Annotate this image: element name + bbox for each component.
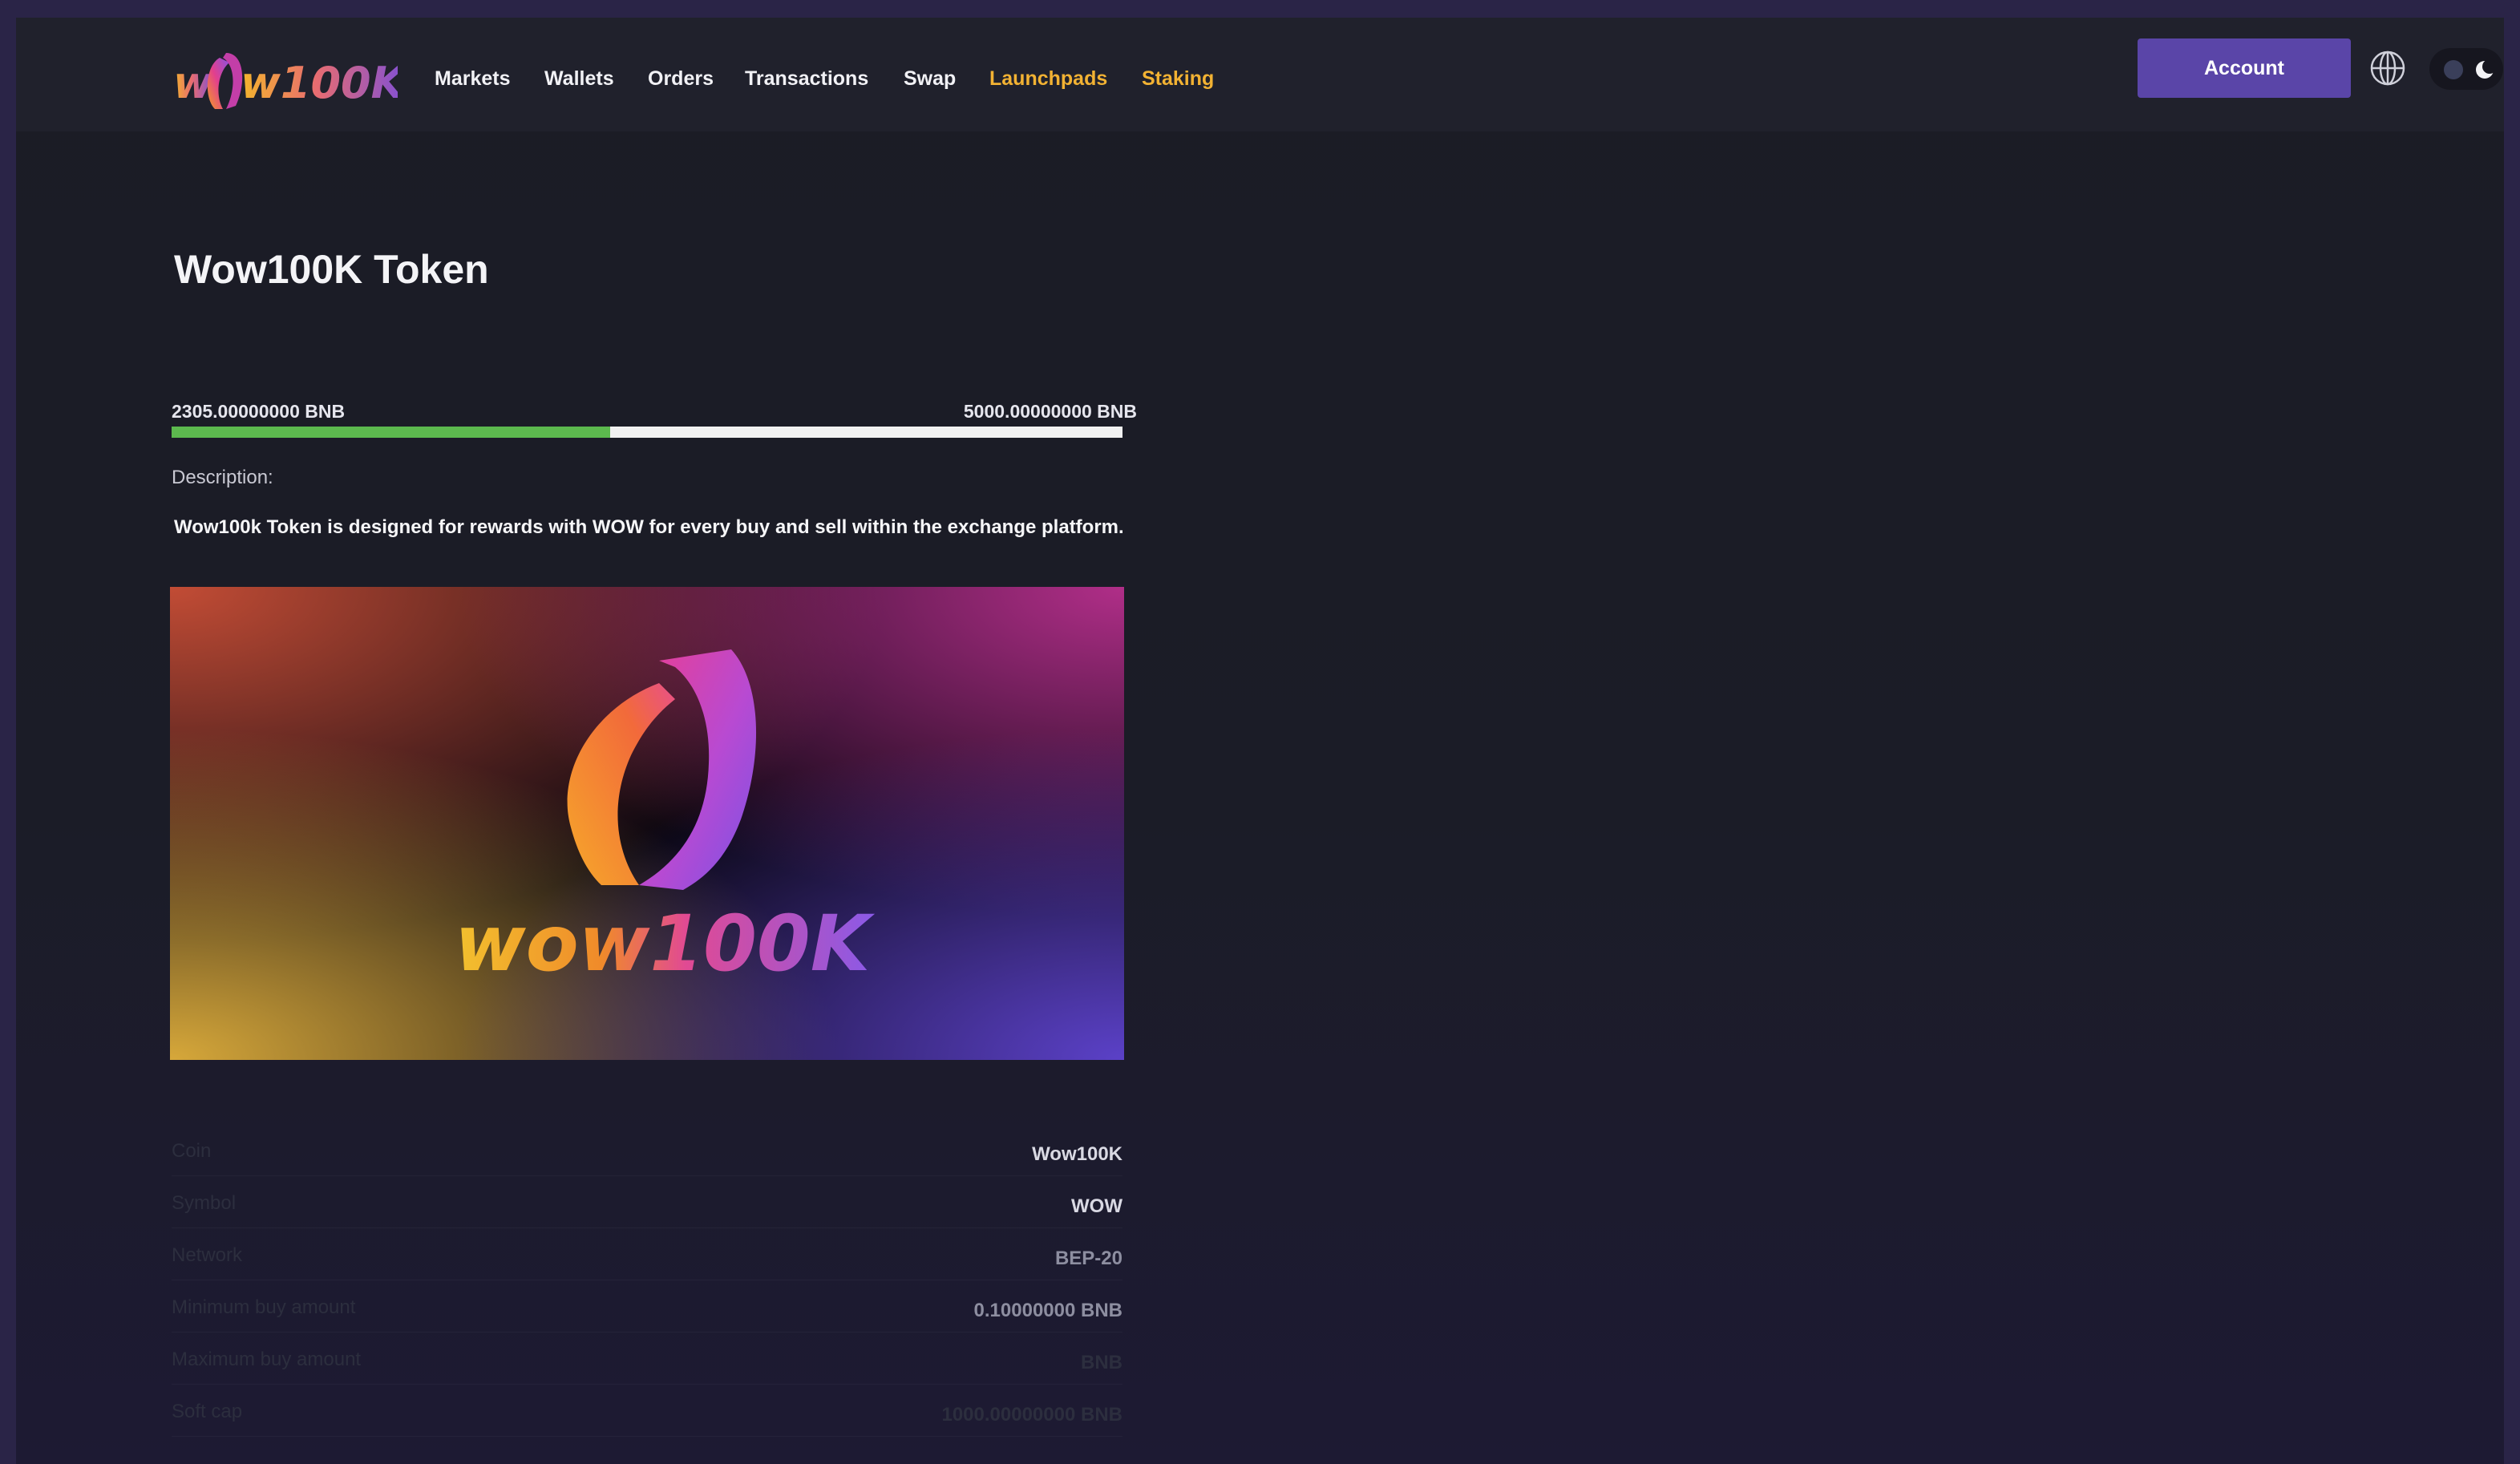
description-label: Description: [172, 467, 273, 488]
token-logo-artwork: wow100K [170, 587, 1124, 1060]
theme-toggle[interactable] [2429, 48, 2503, 90]
nav-staking[interactable]: Staking [1142, 67, 1214, 91]
globe-icon[interactable] [2369, 50, 2406, 87]
detail-value: WOW [1071, 1195, 1122, 1217]
app-frame: w w100K Markets Wallets Orders Transacti… [16, 18, 2504, 1464]
nav-orders[interactable]: Orders [648, 67, 714, 91]
detail-key: Coin [172, 1140, 212, 1162]
nav-markets[interactable]: Markets [435, 67, 511, 91]
detail-row: Maximum buy amount BNB [172, 1333, 1122, 1385]
page-title: Wow100K Token [174, 247, 489, 292]
brand-logo[interactable]: w w100K [173, 42, 408, 115]
nav-wallets[interactable]: Wallets [544, 67, 614, 91]
detail-key: Network [172, 1244, 243, 1266]
nav-transactions[interactable]: Transactions [745, 67, 868, 91]
moon-icon [2476, 59, 2495, 79]
detail-key: Symbol [172, 1192, 237, 1214]
svg-text:w100K: w100K [241, 58, 398, 108]
detail-row: Network BEP-20 [172, 1228, 1122, 1280]
detail-row: Symbol WOW [172, 1176, 1122, 1228]
logo-icon: w w100K [173, 53, 408, 109]
raised-amount: 2305.00000000 BNB [172, 401, 346, 422]
nav-launchpads[interactable]: Launchpads [989, 67, 1107, 91]
detail-key: Minimum buy amount [172, 1296, 356, 1318]
detail-value: 0.10000000 BNB [973, 1300, 1122, 1321]
token-banner-image: wow100K [170, 587, 1124, 1060]
top-navigation: w w100K Markets Wallets Orders Transacti… [16, 18, 2504, 131]
description-text: Wow100k Token is designed for rewards wi… [174, 516, 1124, 538]
token-details-table: Coin Wow100K Symbol WOW Network BEP-20 M… [172, 1124, 1122, 1437]
nav-swap[interactable]: Swap [904, 67, 956, 91]
goal-amount: 5000.00000000 BNB [963, 401, 1137, 422]
detail-value: Wow100K [1032, 1143, 1122, 1165]
detail-row: Minimum buy amount 0.10000000 BNB [172, 1280, 1122, 1333]
detail-value: BEP-20 [1054, 1248, 1122, 1269]
toggle-knob [2444, 60, 2463, 79]
progress-fill [172, 427, 610, 438]
detail-key: Soft cap [172, 1401, 243, 1422]
detail-row: Soft cap 1000.00000000 BNB [172, 1385, 1122, 1437]
account-button[interactable]: Account [2138, 38, 2351, 98]
banner-wordmark: wow100K [455, 899, 876, 989]
detail-row: Coin Wow100K [172, 1124, 1122, 1176]
detail-key: Maximum buy amount [172, 1349, 362, 1370]
detail-value: 1000.00000000 BNB [941, 1404, 1122, 1426]
detail-value: BNB [1081, 1352, 1122, 1373]
progress-bar [172, 427, 1122, 438]
